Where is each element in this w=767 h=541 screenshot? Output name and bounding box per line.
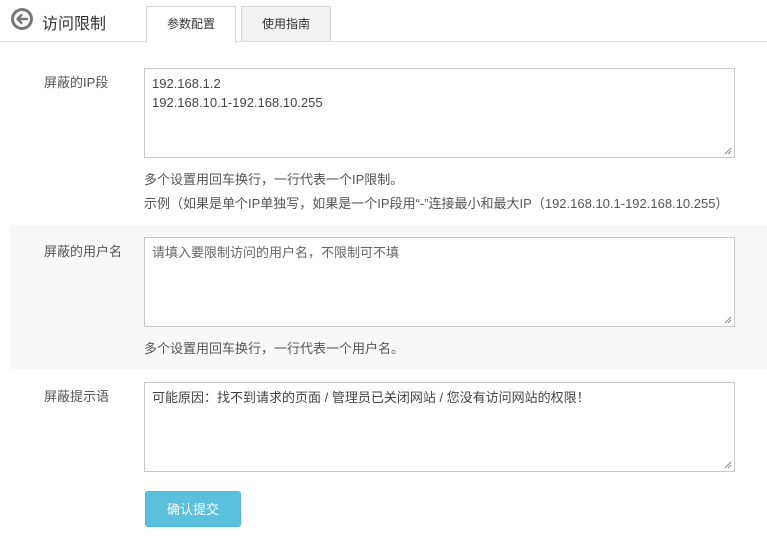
back-arrow-icon[interactable] xyxy=(10,7,34,31)
ip-line: 192.168.10.1-192.168.10.255 xyxy=(152,95,323,110)
ip-block-label: 屏蔽的IP段 xyxy=(44,75,109,90)
page-header: 访问限制 参数配置 使用指南 xyxy=(0,0,767,43)
header-divider xyxy=(0,41,767,42)
ip-block-textarea[interactable]: 192.168.1.2 192.168.10.1-192.168.10.255 xyxy=(144,68,735,158)
resize-handle-icon[interactable] xyxy=(724,147,732,155)
message-textarea[interactable]: 可能原因：找不到请求的页面 / 管理员已关闭网站 / 您没有访问网站的权限！ xyxy=(144,382,735,472)
user-block-hint: 多个设置用回车换行，一行代表一个用户名。 xyxy=(144,341,405,356)
resize-handle-icon[interactable] xyxy=(724,461,732,469)
message-label: 屏蔽提示语 xyxy=(44,389,110,404)
ip-block-example: 示例（如果是单个IP单独写，如果是一个IP段用“-”连接最小和最大IP（192.… xyxy=(144,196,729,211)
user-block-textarea[interactable]: 请填入要限制访问的用户名，不限制可不填 xyxy=(144,237,735,327)
user-block-label: 屏蔽的用户名 xyxy=(44,244,123,259)
submit-button[interactable]: 确认提交 xyxy=(145,491,241,527)
ip-block-hint: 多个设置用回车换行，一行代表一个IP限制。 xyxy=(144,172,404,187)
resize-handle-icon[interactable] xyxy=(724,316,732,324)
tab-user-guide[interactable]: 使用指南 xyxy=(241,6,331,41)
ip-line: 192.168.1.2 xyxy=(152,76,221,91)
user-block-placeholder: 请填入要限制访问的用户名，不限制可不填 xyxy=(152,245,400,260)
user-block-section: 屏蔽的用户名 请填入要限制访问的用户名，不限制可不填 多个设置用回车换行，一行代… xyxy=(10,225,767,369)
tab-params-config[interactable]: 参数配置 xyxy=(146,6,236,43)
message-section: 屏蔽提示语 可能原因：找不到请求的页面 / 管理员已关闭网站 / 您没有访问网站… xyxy=(10,369,767,541)
message-value: 可能原因：找不到请求的页面 / 管理员已关闭网站 / 您没有访问网站的权限！ xyxy=(152,390,590,405)
page-title: 访问限制 xyxy=(42,16,107,33)
ip-block-section: 屏蔽的IP段 192.168.1.2 192.168.10.1-192.168.… xyxy=(10,56,767,225)
